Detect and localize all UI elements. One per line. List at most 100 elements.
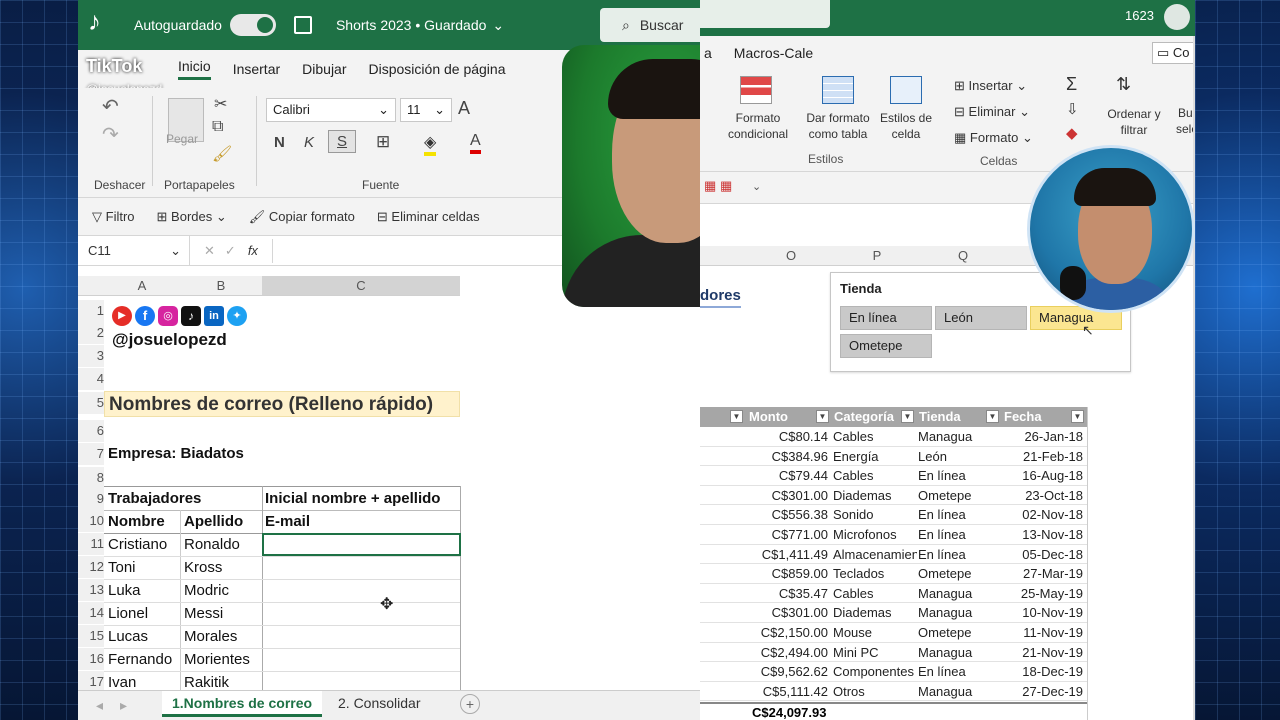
cell-styles-icon[interactable] [890, 76, 922, 104]
name-header-cell[interactable]: Nombre [108, 513, 165, 530]
comments-button[interactable]: ▭ Co [1152, 42, 1195, 64]
conditional-format-icon[interactable] [740, 76, 772, 104]
italic-button[interactable]: K [304, 134, 314, 151]
confirm-icon[interactable]: ✓ [225, 243, 236, 259]
filter-dropdown-icon[interactable]: ▼ [1071, 410, 1084, 423]
table-cell[interactable]: C$9,562.62 [761, 664, 828, 679]
table-cell[interactable]: En línea [918, 468, 1002, 483]
insert-cells-button[interactable]: ⊞ Insertar ⌄ [954, 78, 1027, 94]
sort-filter-icon[interactable]: ⇅ [1116, 74, 1131, 95]
row-header[interactable]: 13 [78, 579, 104, 601]
filter-dropdown-icon[interactable]: ▼ [816, 410, 829, 423]
table-cell[interactable]: Cables [833, 468, 917, 483]
table-cell[interactable]: Teclados [833, 566, 917, 581]
table-cell[interactable]: Managua [918, 645, 1002, 660]
row-header[interactable]: 7 [78, 443, 104, 465]
col-header-o[interactable]: O [748, 246, 834, 266]
table-cell[interactable]: 05-Dec-18 [1022, 547, 1083, 562]
col-header-q[interactable]: Q [920, 246, 1006, 266]
table-cell[interactable]: Mouse [833, 625, 917, 640]
toolbar-more-icon[interactable]: ⌄ [752, 180, 761, 193]
active-cell-c11[interactable] [262, 533, 461, 556]
document-title[interactable]: Shorts 2023 • Guardado [336, 17, 486, 33]
cell-last-name[interactable]: Morientes [184, 651, 250, 668]
table-cell[interactable]: C$301.00 [772, 488, 828, 503]
table-cell[interactable]: Diademas [833, 488, 917, 503]
fill-icon[interactable]: ⇩ [1066, 100, 1079, 118]
table-cell[interactable]: 11-Nov-19 [1023, 625, 1083, 640]
table-cell[interactable]: 13-Nov-18 [1022, 527, 1083, 542]
cell-first-name[interactable]: Fernando [108, 651, 172, 668]
grow-font-button[interactable]: A [458, 98, 470, 119]
font-name-select[interactable]: Calibri ⌄ [266, 98, 396, 122]
th-monto[interactable]: Monto [745, 407, 792, 427]
row-header[interactable]: 16 [78, 648, 104, 670]
table-icon-2[interactable]: ▦ [720, 178, 732, 194]
save-icon[interactable] [293, 16, 312, 34]
table-cell[interactable]: Cables [833, 586, 917, 601]
handle-cell[interactable]: @josuelopezd [112, 330, 227, 350]
slicer-btn-en-linea[interactable]: En línea [840, 306, 932, 330]
tab-partial[interactable]: a [704, 45, 712, 61]
tab-macros[interactable]: Macros-Cale [734, 45, 813, 61]
th-categoria[interactable]: Categoría [830, 407, 898, 427]
table-cell[interactable]: C$556.38 [772, 507, 828, 522]
font-color-icon[interactable]: A [470, 132, 481, 154]
th-tienda[interactable]: Tienda [915, 407, 965, 427]
chevron-down-icon[interactable]: ⌄ [492, 17, 504, 34]
table-cell[interactable]: Almacenamiento [833, 547, 917, 562]
clear-icon[interactable]: ◆ [1066, 124, 1078, 142]
row-header[interactable]: 10 [78, 510, 104, 532]
corner[interactable] [78, 276, 104, 296]
row-header[interactable]: 12 [78, 556, 104, 578]
table-cell[interactable]: Diademas [833, 605, 917, 620]
autosave-toggle[interactable] [229, 14, 276, 36]
cell-last-name[interactable]: Morales [184, 628, 237, 645]
cell-first-name[interactable]: Luka [108, 582, 141, 599]
table-cell[interactable]: Otros [833, 684, 917, 699]
cell-first-name[interactable]: Toni [108, 559, 136, 576]
table-cell[interactable]: 21-Feb-18 [1023, 449, 1083, 464]
table-cell[interactable]: 27-Dec-19 [1022, 684, 1083, 699]
table-cell[interactable]: C$2,150.00 [761, 625, 828, 640]
cell-last-name[interactable]: Ronaldo [184, 536, 240, 553]
table-cell[interactable]: León [918, 449, 1002, 464]
table-cell[interactable]: C$301.00 [772, 605, 828, 620]
table-cell[interactable]: 10-Nov-19 [1022, 605, 1083, 620]
cell-styles-label[interactable]: Estilos de celda [876, 110, 936, 142]
row-header[interactable]: 8 [78, 467, 104, 489]
table-cell[interactable]: Energía [833, 449, 917, 464]
slicer-btn-leon[interactable]: León [935, 306, 1027, 330]
table-cell[interactable]: Cables [833, 429, 917, 444]
table-cell[interactable]: 02-Nov-18 [1022, 507, 1083, 522]
rule-cell[interactable]: Inicial nombre + apellido [265, 490, 440, 507]
filter-dropdown-icon[interactable]: ▼ [901, 410, 914, 423]
cell-last-name[interactable]: Messi [184, 605, 223, 622]
cell-first-name[interactable]: Lucas [108, 628, 148, 645]
undo-icon[interactable]: ↶ [102, 94, 119, 119]
col-header-n[interactable] [700, 246, 748, 266]
sort-filter-label[interactable]: Ordenar y filtrar [1104, 106, 1164, 138]
format-painter-icon[interactable]: 🖌 [212, 144, 232, 164]
table-cell[interactable]: Ometepe [918, 566, 1002, 581]
delete-cells-button[interactable]: ⊟ Eliminar celdas [377, 209, 480, 225]
table-cell[interactable]: Managua [918, 605, 1002, 620]
col-header-p[interactable]: P [834, 246, 920, 266]
table-cell[interactable]: Microfonos [833, 527, 917, 542]
function-icon[interactable]: fx [248, 243, 258, 258]
table-cell[interactable]: Ometepe [918, 625, 1002, 640]
copy-icon[interactable]: ⧉ [212, 118, 223, 136]
search-box[interactable]: ⌕ Buscar [600, 8, 700, 42]
cell-last-name[interactable]: Rakitik [184, 674, 229, 691]
fill-color-icon[interactable]: ◈ [424, 132, 437, 156]
filter-dropdown-icon[interactable]: ▼ [986, 410, 999, 423]
table-cell[interactable]: C$79.44 [779, 468, 828, 483]
table-cell[interactable]: En línea [918, 547, 1002, 562]
table-cell[interactable]: C$1,411.49 [762, 547, 828, 562]
name-box[interactable]: C11 ⌄ [78, 236, 190, 265]
col-header-b[interactable]: B [180, 276, 262, 296]
row-header[interactable]: 1 [78, 300, 104, 322]
format-cells-button[interactable]: ▦ Formato ⌄ [954, 130, 1033, 146]
filter-dropdown-icon[interactable]: ▼ [730, 410, 743, 423]
table-cell[interactable]: 27-Mar-19 [1023, 566, 1083, 581]
